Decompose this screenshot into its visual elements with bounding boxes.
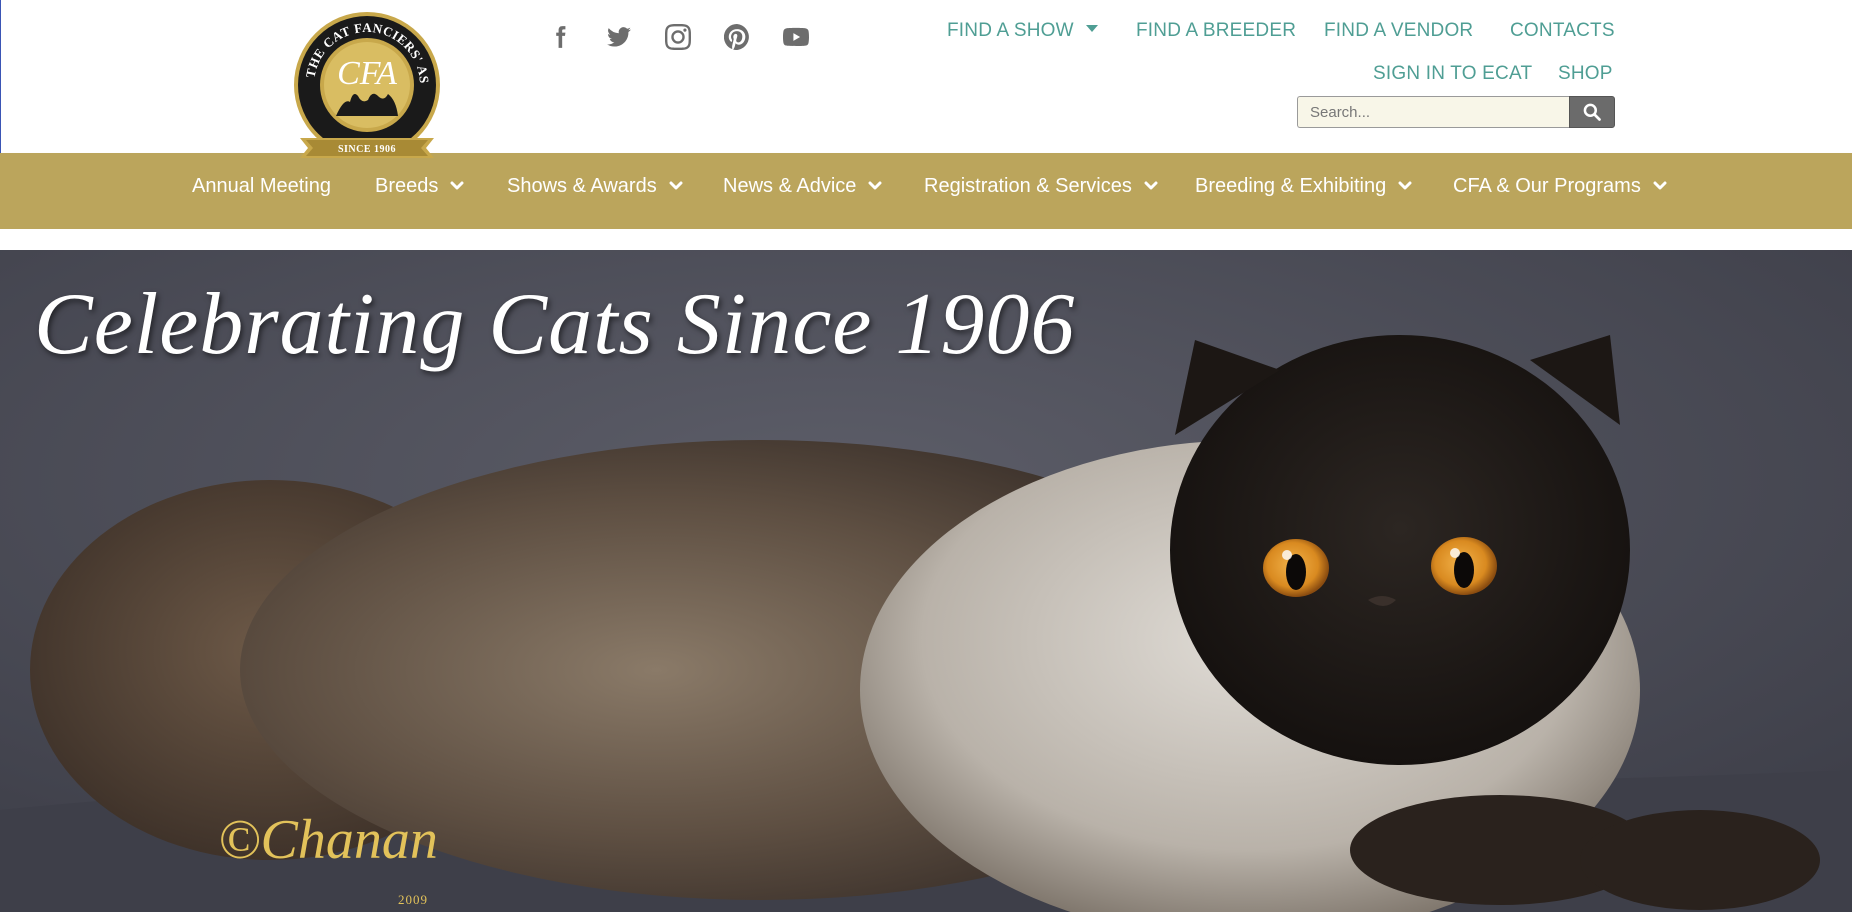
pinterest-icon[interactable] xyxy=(720,20,753,53)
cfa-logo[interactable]: THE CAT FANCIERS' ASSOCIATION CFA SINCE … xyxy=(292,10,442,162)
find-a-show-label: FIND A SHOW xyxy=(947,20,1074,41)
site-header: THE CAT FANCIERS' ASSOCIATION CFA SINCE … xyxy=(0,0,1852,158)
main-nav: Annual Meeting Breeds Shows & Awards New… xyxy=(0,153,1852,229)
instagram-icon[interactable] xyxy=(661,20,694,53)
chevron-down-icon xyxy=(868,181,882,190)
nav-label: Breeds xyxy=(375,174,439,197)
logo-monogram: CFA xyxy=(337,55,397,92)
nav-label: Breeding & Exhibiting xyxy=(1195,174,1387,197)
contacts-link[interactable]: CONTACTS xyxy=(1510,20,1615,42)
find-a-show-link[interactable]: FIND A SHOW xyxy=(947,20,1098,42)
search-icon xyxy=(1583,103,1601,121)
hero-title: Celebrating Cats Since 1906 xyxy=(34,276,1076,373)
nav-label: Shows & Awards xyxy=(507,174,657,197)
nav-breeds[interactable]: Breeds xyxy=(375,171,464,201)
shop-link[interactable]: SHOP xyxy=(1558,63,1613,85)
nav-news-advice[interactable]: News & Advice xyxy=(723,171,882,201)
chevron-down-icon xyxy=(669,181,683,190)
nav-label: News & Advice xyxy=(723,174,857,197)
chevron-down-icon xyxy=(1144,181,1158,190)
nav-label: Registration & Services xyxy=(924,174,1132,197)
caret-down-icon xyxy=(1085,25,1098,33)
search-input[interactable] xyxy=(1297,96,1569,128)
sign-in-ecat-link[interactable]: SIGN IN TO ECAT xyxy=(1373,63,1532,85)
social-links xyxy=(543,20,812,53)
nav-label: Annual Meeting xyxy=(192,174,331,197)
search-button[interactable] xyxy=(1569,96,1615,128)
chevron-down-icon xyxy=(1653,181,1667,190)
find-a-breeder-link[interactable]: FIND A BREEDER xyxy=(1136,20,1296,42)
facebook-icon[interactable] xyxy=(543,20,576,53)
search-form xyxy=(1297,96,1615,128)
nav-breeding-exhibiting[interactable]: Breeding & Exhibiting xyxy=(1195,171,1412,201)
hero-banner: Celebrating Cats Since 1906 ©Chanan 2009 xyxy=(0,250,1852,912)
youtube-icon[interactable] xyxy=(779,20,812,53)
photographer-signature: ©Chanan xyxy=(218,809,438,871)
nav-annual-meeting[interactable]: Annual Meeting xyxy=(192,171,331,201)
logo-since-text: SINCE 1906 xyxy=(338,144,396,155)
chevron-down-icon xyxy=(450,181,464,190)
nav-label: CFA & Our Programs xyxy=(1453,174,1641,197)
nav-registration-services[interactable]: Registration & Services xyxy=(924,171,1158,201)
chevron-down-icon xyxy=(1398,181,1412,190)
nav-cfa-programs[interactable]: CFA & Our Programs xyxy=(1453,171,1667,201)
utility-links: FIND A SHOW FIND A BREEDER FIND A VENDOR… xyxy=(852,20,1852,84)
find-a-vendor-link[interactable]: FIND A VENDOR xyxy=(1324,20,1473,42)
signature-year: 2009 xyxy=(398,892,428,907)
twitter-icon[interactable] xyxy=(602,20,635,53)
nav-spacer xyxy=(0,229,1852,250)
nav-shows-awards[interactable]: Shows & Awards xyxy=(507,171,683,201)
